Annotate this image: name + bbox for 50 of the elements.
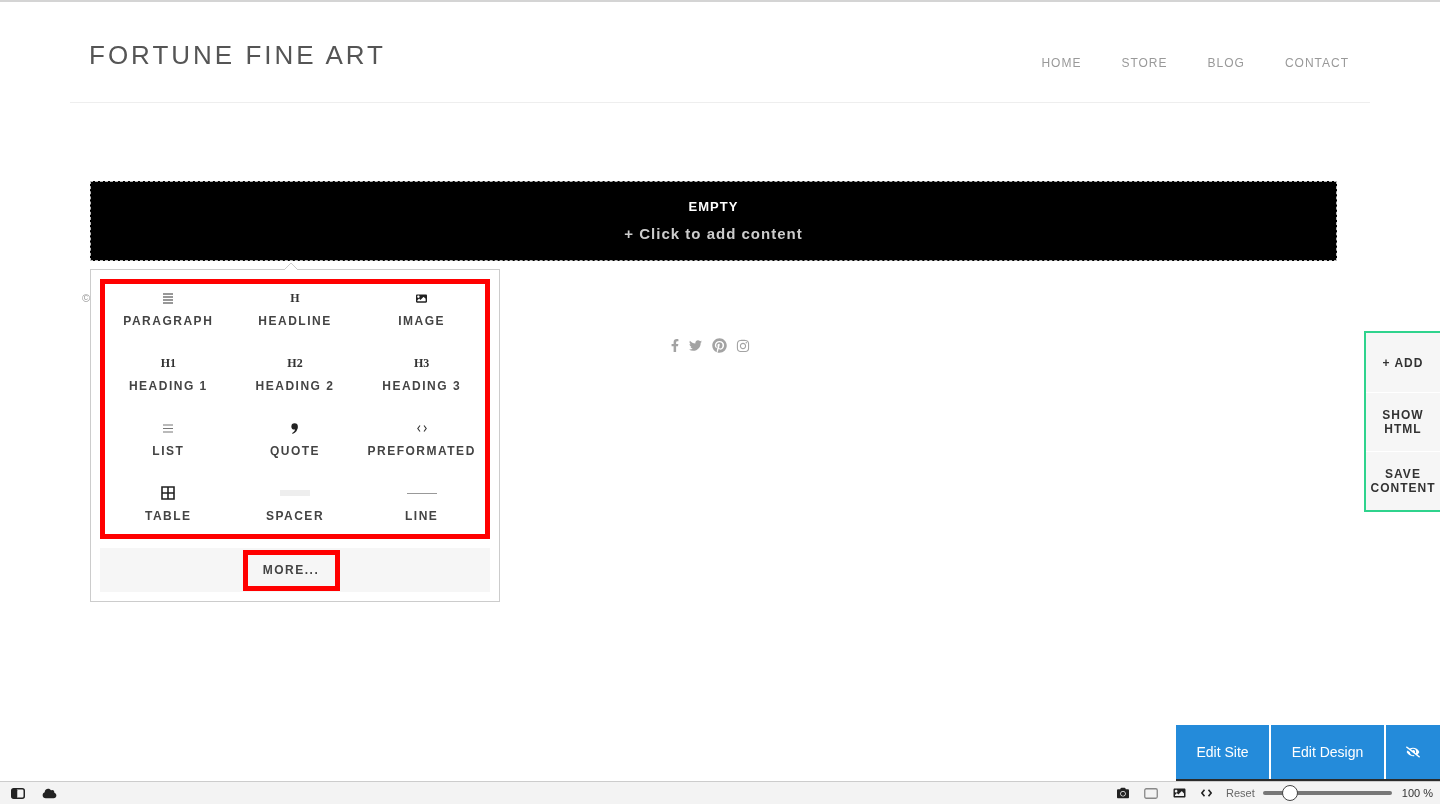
preview-toggle-button[interactable] (1386, 725, 1440, 779)
list-icon (163, 423, 174, 433)
image-icon[interactable] (1172, 787, 1188, 799)
side-panel-button[interactable]: SHOW HTML (1366, 392, 1440, 451)
block-type-option[interactable]: PREFORMATED (358, 414, 485, 479)
instagram-icon[interactable] (735, 338, 750, 353)
pinterest-icon[interactable] (711, 338, 727, 353)
block-type-option[interactable]: H HEADLINE (231, 284, 359, 349)
frame-icon[interactable] (1144, 787, 1159, 799)
block-type-option[interactable]: QUOTE (231, 414, 359, 479)
block-title: EMPTY (688, 199, 739, 215)
sidebar-toggle-icon[interactable] (11, 787, 25, 799)
heading-symbol: H (290, 291, 300, 305)
more-button[interactable]: MORE... (242, 549, 340, 591)
block-type-option[interactable]: H2 HEADING 2 (231, 349, 359, 414)
image-icon (415, 292, 429, 304)
edit-bar-button[interactable]: Edit Site (1176, 725, 1269, 779)
zoom-slider[interactable] (1262, 785, 1392, 801)
side-panel-button[interactable]: + ADD (1366, 333, 1440, 392)
twitter-icon[interactable] (687, 339, 703, 352)
table-icon (161, 486, 176, 500)
add-content-link[interactable]: + Click to add content (624, 225, 803, 243)
heading-symbol: H2 (287, 356, 303, 370)
side-panel-button[interactable]: SAVE CONTENT (1366, 451, 1440, 510)
block-type-option[interactable]: H1 HEADING 1 (105, 349, 232, 414)
paragraph-icon (163, 292, 174, 304)
edit-bar-button[interactable]: Edit Design (1271, 725, 1384, 779)
line-icon (406, 492, 437, 494)
zoom-reading: 100 % (1401, 786, 1433, 800)
block-type-option[interactable]: TABLE (105, 479, 232, 534)
block-type-option[interactable]: LINE (358, 479, 485, 534)
heading-symbol: H3 (414, 356, 430, 370)
slider-thumb[interactable] (1281, 785, 1298, 801)
site-logo[interactable]: FORTUNE FINE ART (89, 40, 386, 70)
facebook-icon[interactable] (670, 338, 679, 353)
code-icon (416, 424, 427, 432)
reset-label[interactable]: Reset (1226, 786, 1255, 800)
block-type-option[interactable]: SPACER (231, 479, 359, 534)
code-icon[interactable] (1201, 789, 1213, 797)
eye-slash-icon (1406, 746, 1420, 758)
block-type-option[interactable]: PARAGRAPH (105, 284, 232, 349)
cloud-icon[interactable] (42, 787, 57, 799)
empty-content-block[interactable]: EMPTY + Click to add content (90, 181, 1337, 261)
block-type-option[interactable]: LIST (105, 414, 232, 479)
heading-symbol: H1 (160, 356, 176, 370)
quote-icon (291, 422, 299, 434)
camera-icon[interactable] (1116, 787, 1131, 799)
block-type-option[interactable]: H3 HEADING 3 (358, 349, 485, 414)
block-type-option[interactable]: IMAGE (358, 284, 485, 349)
copyright-symbol: © (82, 291, 91, 305)
